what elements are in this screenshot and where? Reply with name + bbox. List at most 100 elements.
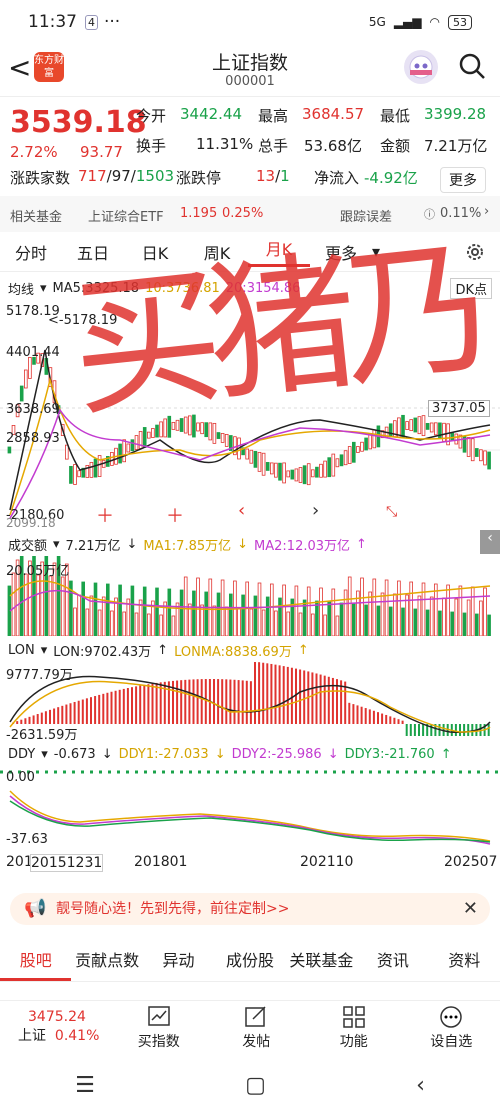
chart-mark bbox=[327, 457, 331, 478]
edit-icon bbox=[245, 1006, 266, 1027]
volume-select[interactable]: 成交额 bbox=[8, 535, 47, 554]
chart-mark bbox=[286, 666, 289, 724]
chart-mark bbox=[122, 688, 125, 724]
chart-mark bbox=[135, 686, 138, 724]
pan-right-icon[interactable]: › bbox=[312, 500, 319, 521]
fund-label: 相关基金 bbox=[10, 210, 63, 225]
updown-counts: 717/97/1503 bbox=[78, 167, 175, 185]
x-label-1: 20151231 bbox=[30, 854, 104, 872]
chart-mark bbox=[134, 435, 139, 450]
chart-mark bbox=[454, 598, 459, 636]
chart-mark bbox=[372, 429, 377, 449]
tab-contribution[interactable]: 贡献点数 bbox=[71, 946, 142, 981]
add-watchlist-button[interactable]: 设自选 bbox=[403, 1001, 500, 1056]
chart-mark bbox=[438, 610, 442, 636]
chart-mark bbox=[413, 417, 418, 433]
chart-mark bbox=[249, 681, 252, 724]
current-price-tag: 3737.05 bbox=[428, 400, 490, 417]
menu-icon[interactable]: ☰ bbox=[75, 1073, 95, 1098]
chart-mark bbox=[32, 715, 35, 724]
more-button[interactable]: 更多 bbox=[440, 167, 486, 193]
chart-mark bbox=[471, 724, 474, 736]
promo-banner[interactable]: 📢 靓号随心选！先到先得，前往定制>> ✕ bbox=[10, 893, 490, 925]
chart-mark bbox=[454, 724, 457, 736]
chart-mark bbox=[229, 679, 232, 724]
tab-more[interactable]: 更多 bbox=[310, 240, 372, 264]
dk-point-select[interactable]: DK点 bbox=[450, 277, 492, 299]
tab-related-fund[interactable]: 关联基金 bbox=[286, 946, 357, 981]
chart-mark bbox=[315, 673, 318, 724]
close-icon[interactable]: ✕ bbox=[463, 893, 478, 925]
kline-chart[interactable] bbox=[0, 300, 500, 530]
ddy-select[interactable]: DDY bbox=[8, 747, 35, 762]
indicator-select[interactable]: 均线 bbox=[8, 279, 34, 298]
search-icon[interactable] bbox=[458, 52, 486, 80]
chart-mark bbox=[97, 609, 102, 636]
chart-mark bbox=[142, 586, 147, 636]
y-label-4: 2858.93 bbox=[6, 431, 60, 446]
tab-constituents[interactable]: 成份股 bbox=[214, 946, 285, 981]
change-value: 93.77 bbox=[80, 143, 123, 161]
function-button[interactable]: 功能 bbox=[305, 1001, 403, 1056]
chart-mark bbox=[89, 461, 94, 478]
y-label-2: 4401.44 bbox=[6, 345, 60, 360]
chart-mark bbox=[23, 369, 28, 389]
chart-mark bbox=[425, 423, 430, 430]
netflow-label: 净流入 bbox=[314, 169, 360, 187]
lon-select[interactable]: LON bbox=[8, 643, 35, 658]
chart-mark bbox=[151, 683, 154, 724]
ddy3-value: DDY3:-21.760 bbox=[344, 746, 435, 762]
zoom-in-icon[interactable]: ＋ bbox=[96, 502, 114, 528]
home-icon[interactable]: ▢ bbox=[245, 1073, 266, 1098]
footer-index-widget[interactable]: 3475.24 上证 0.41% bbox=[0, 1001, 110, 1056]
tab-monthly-k[interactable]: 月K bbox=[248, 236, 310, 267]
collapse-panel-icon[interactable]: ‹ bbox=[480, 530, 500, 554]
chart-mark bbox=[417, 416, 422, 435]
chart-mark bbox=[69, 465, 73, 484]
chart-mark bbox=[257, 582, 262, 636]
chart-mark bbox=[303, 670, 306, 724]
chart-mark bbox=[57, 707, 60, 724]
tab-profile[interactable]: 资料 bbox=[429, 946, 500, 981]
related-fund-bar[interactable]: 相关基金 上证综合ETF 1.195 0.25% 跟踪误差 ⓘ 0.11% › bbox=[0, 196, 500, 232]
chart-mark bbox=[65, 444, 69, 460]
tab-news[interactable]: 资讯 bbox=[357, 946, 428, 981]
tab-guba[interactable]: 股吧 bbox=[0, 946, 72, 981]
high-arrow-label: <-5178.19 bbox=[48, 313, 118, 328]
info-icon[interactable]: ⓘ bbox=[424, 206, 435, 222]
back-nav-icon[interactable]: ‹ bbox=[416, 1073, 425, 1098]
bottom-tabs: 股吧 贡献点数 异动 成份股 关联基金 资讯 资料 bbox=[0, 946, 500, 982]
ma-legend: 均线 ▾ MA5:3325.18 10:3736.81 20:3154.86 DK… bbox=[0, 276, 500, 300]
limit-label: 涨跌停 bbox=[176, 169, 222, 187]
chart-mark bbox=[282, 666, 285, 724]
post-button[interactable]: 发帖 bbox=[208, 1001, 306, 1056]
status-time: 11:37 bbox=[28, 12, 77, 32]
ddy-value: -0.673 bbox=[53, 746, 96, 762]
tab-five-day[interactable]: 五日 bbox=[62, 240, 124, 264]
tab-daily-k[interactable]: 日K bbox=[124, 240, 186, 264]
expand-icon[interactable]: ⤡ bbox=[386, 504, 397, 520]
chart-mark bbox=[463, 724, 466, 736]
tab-weekly-k[interactable]: 周K bbox=[186, 240, 248, 264]
chart-mark bbox=[142, 427, 147, 448]
chart-mark bbox=[131, 687, 133, 724]
tab-intraday[interactable]: 分时 bbox=[0, 240, 62, 264]
chart-mark bbox=[171, 615, 176, 636]
ma10-label: 10:3736.81 bbox=[145, 280, 220, 296]
settings-gear-icon[interactable] bbox=[464, 241, 486, 263]
low-value: 3399.28 bbox=[424, 105, 487, 123]
chart-mark bbox=[459, 724, 461, 736]
pan-left-icon[interactable]: ‹ bbox=[238, 500, 245, 521]
buy-index-button[interactable]: 买指数 bbox=[110, 1001, 208, 1056]
tab-movement[interactable]: 异动 bbox=[143, 946, 214, 981]
chart-mark bbox=[487, 614, 491, 636]
chart-mark bbox=[294, 468, 299, 482]
chart-mark bbox=[237, 607, 241, 636]
chart-mark bbox=[114, 690, 117, 724]
chart-mark bbox=[122, 611, 127, 636]
current-price: 3539.18 bbox=[10, 105, 147, 140]
chart-mark bbox=[155, 587, 159, 636]
plus-icon[interactable]: ＋ bbox=[166, 502, 184, 528]
assistant-robot-icon[interactable] bbox=[404, 50, 438, 84]
chart-mark bbox=[397, 580, 401, 636]
